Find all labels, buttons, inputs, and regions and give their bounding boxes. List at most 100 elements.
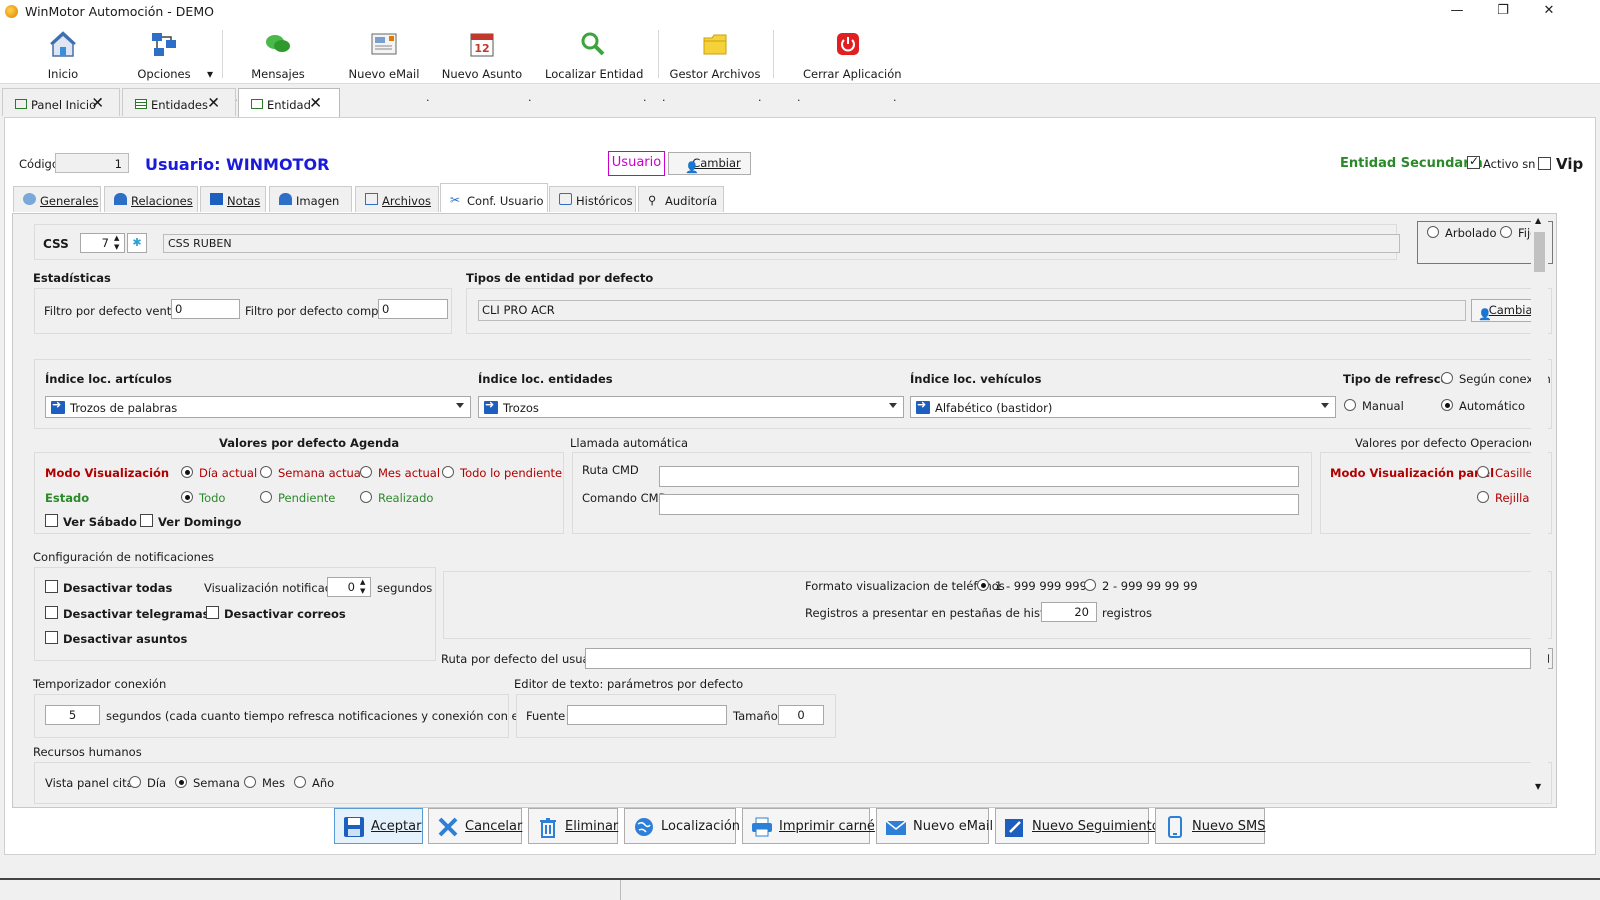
toolbar-nuevo-email-button[interactable]: Nuevo eMail xyxy=(344,24,424,82)
modo-visualizacion-label: Modo Visualización xyxy=(45,466,170,480)
tab-entidades[interactable]: Entidades 🞩 xyxy=(122,88,236,116)
window-title: WinMotor Automoción - DEMO xyxy=(25,4,214,19)
desactivar-telegramas-checkbox[interactable] xyxy=(45,606,58,619)
rejilla-radio[interactable] xyxy=(1477,491,1489,503)
scroll-down-icon[interactable]: ▼ xyxy=(1535,782,1541,791)
vip-label: Vip xyxy=(1556,155,1584,173)
toolbar-mensajes-button[interactable]: Mensajes xyxy=(248,24,308,82)
eliminar-button[interactable]: Eliminar xyxy=(528,808,618,844)
tab-notas[interactable]: Notas xyxy=(200,186,266,212)
estado-pendiente-radio[interactable] xyxy=(260,491,272,503)
ruta-cmd-input[interactable] xyxy=(659,466,1299,487)
close-window-button[interactable]: ✕ xyxy=(1526,0,1572,24)
temporizador-input[interactable]: 5 xyxy=(45,705,100,725)
tab-panel-inicio[interactable]: Panel Inicio 🞩 xyxy=(2,88,120,116)
tab-entidad[interactable]: Entidad 🞩 xyxy=(238,88,340,119)
tab-generales[interactable]: Generales xyxy=(13,186,101,212)
minimize-button[interactable]: — xyxy=(1434,0,1480,24)
estado-realizado-radio[interactable] xyxy=(360,491,372,503)
comando-cmd-input[interactable] xyxy=(659,494,1299,515)
desactivar-telegramas-label: Desactivar telegramas xyxy=(63,607,210,621)
toolbar-cerrar-aplicacion-button[interactable]: Cerrar Aplicación xyxy=(803,24,902,82)
desactivar-correos-checkbox[interactable] xyxy=(206,606,219,619)
ver-sabado-checkbox[interactable] xyxy=(45,514,58,527)
ruta-usuario-label: Ruta por defecto del usuario xyxy=(441,652,605,666)
vista-dia-radio[interactable] xyxy=(129,776,141,788)
nuevo-sms-button[interactable]: Nuevo SMS xyxy=(1155,808,1265,844)
todo-pendiente-radio[interactable] xyxy=(442,466,454,478)
automatico-radio[interactable] xyxy=(1441,399,1453,411)
indice-entidades-select[interactable]: Trozos xyxy=(478,396,904,418)
estado-todo-radio[interactable] xyxy=(181,491,193,503)
mes-actual-radio[interactable] xyxy=(360,466,372,478)
tab-historicos[interactable]: Históricos xyxy=(549,186,636,212)
ver-domingo-checkbox[interactable] xyxy=(140,514,153,527)
indice-articulos-select[interactable]: Trozos de palabras xyxy=(45,396,471,418)
tab-archivos[interactable]: Archivos xyxy=(355,186,439,212)
semana-actual-radio[interactable] xyxy=(260,466,272,478)
registros-unit: registros xyxy=(1102,606,1153,620)
imprimir-carne-button[interactable]: Imprimir carné xyxy=(742,808,875,844)
segun-conexion-radio[interactable] xyxy=(1441,372,1453,384)
scroll-thumb[interactable] xyxy=(1534,232,1545,272)
close-icon[interactable]: 🞩 xyxy=(209,93,218,113)
vista-semana-radio[interactable] xyxy=(175,776,187,788)
tab-conf-usuario[interactable]: ✂ Conf. Usuario xyxy=(440,183,548,212)
tab-label: Panel Inicio xyxy=(31,98,97,112)
scroll-up-icon[interactable]: ▲ xyxy=(1535,216,1541,225)
toolbar-opciones-button[interactable]: Opciones xyxy=(134,24,194,82)
vertical-scrollbar[interactable]: ▲ ▼ xyxy=(1531,214,1548,794)
tab-auditoria[interactable]: ⚲ Auditoría xyxy=(638,186,724,212)
filtro-ventas-input[interactable]: 0 xyxy=(171,299,240,319)
magnifier-icon: ⚲ xyxy=(648,193,657,207)
manual-radio[interactable] xyxy=(1344,399,1356,411)
fijo-radio[interactable] xyxy=(1500,226,1512,238)
fuente-input[interactable] xyxy=(567,705,727,725)
nuevo-seguimiento-button[interactable]: Nuevo Seguimiento xyxy=(995,808,1160,844)
button-label: Localización xyxy=(661,819,741,834)
dia-actual-radio[interactable] xyxy=(181,466,193,478)
toolbar-mensajes-label: Mensajes xyxy=(251,67,305,81)
casillero-radio[interactable] xyxy=(1477,466,1489,478)
toolbar-localizar-entidad-button[interactable]: Localizar Entidad xyxy=(545,24,643,82)
tab-imagen[interactable]: Imagen xyxy=(269,186,352,212)
codigo-field[interactable]: 1 xyxy=(55,153,129,173)
tab-relaciones[interactable]: Relaciones xyxy=(104,186,198,212)
tamano-input[interactable]: 0 xyxy=(778,705,824,725)
close-icon[interactable]: 🞩 xyxy=(311,93,320,113)
registros-input[interactable]: 20 xyxy=(1041,602,1097,622)
arbolado-radio[interactable] xyxy=(1427,226,1439,238)
select-value: Alfabético (bastidor) xyxy=(935,401,1053,415)
desactivar-todas-checkbox[interactable] xyxy=(45,580,58,593)
opciones-dropdown-icon[interactable]: ▾ xyxy=(207,67,213,81)
desactivar-asuntos-checkbox[interactable] xyxy=(45,631,58,644)
desactivar-todas-label: Desactivar todas xyxy=(63,581,173,595)
ruta-usuario-input[interactable] xyxy=(585,648,1531,669)
stepper-arrows-icon[interactable]: ▲ ▼ xyxy=(114,234,119,252)
close-icon[interactable]: 🞩 xyxy=(93,93,102,113)
ver-domingo-label: Ver Domingo xyxy=(158,515,242,529)
tab-label: Históricos xyxy=(576,194,633,208)
nuevo-email-button[interactable]: Nuevo eMail xyxy=(876,808,993,844)
restore-button[interactable]: ❐ xyxy=(1480,0,1526,24)
toolbar-nuevo-asunto-button[interactable]: 12 Nuevo Asunto xyxy=(440,24,524,82)
cancelar-button[interactable]: Cancelar xyxy=(428,808,522,844)
filtro-compras-input[interactable]: 0 xyxy=(378,299,448,319)
aceptar-button[interactable]: Aceptar xyxy=(334,808,423,844)
arrow-icon xyxy=(916,398,930,414)
stepper-arrows-icon[interactable]: ▲ ▼ xyxy=(360,578,365,596)
css-picker-icon[interactable]: ✱ xyxy=(127,233,147,253)
arrow-icon xyxy=(484,398,498,414)
vista-mes-radio[interactable] xyxy=(244,776,256,788)
vip-checkbox[interactable] xyxy=(1538,157,1551,170)
formato-2-radio[interactable] xyxy=(1084,579,1096,591)
toolbar-inicio-button[interactable]: Inicio xyxy=(38,24,88,82)
activo-checkbox[interactable] xyxy=(1467,154,1480,169)
cambiar-usuario-button[interactable]: 👤 Cambiar xyxy=(668,152,751,175)
formato-1-radio[interactable] xyxy=(977,579,989,591)
localizacion-button[interactable]: Localización xyxy=(624,808,740,844)
vista-ano-radio[interactable] xyxy=(294,776,306,788)
window-icon xyxy=(15,99,27,109)
indice-vehiculos-select[interactable]: Alfabético (bastidor) xyxy=(910,396,1336,418)
toolbar-gestor-archivos-button[interactable]: Gestor Archivos xyxy=(669,24,761,82)
